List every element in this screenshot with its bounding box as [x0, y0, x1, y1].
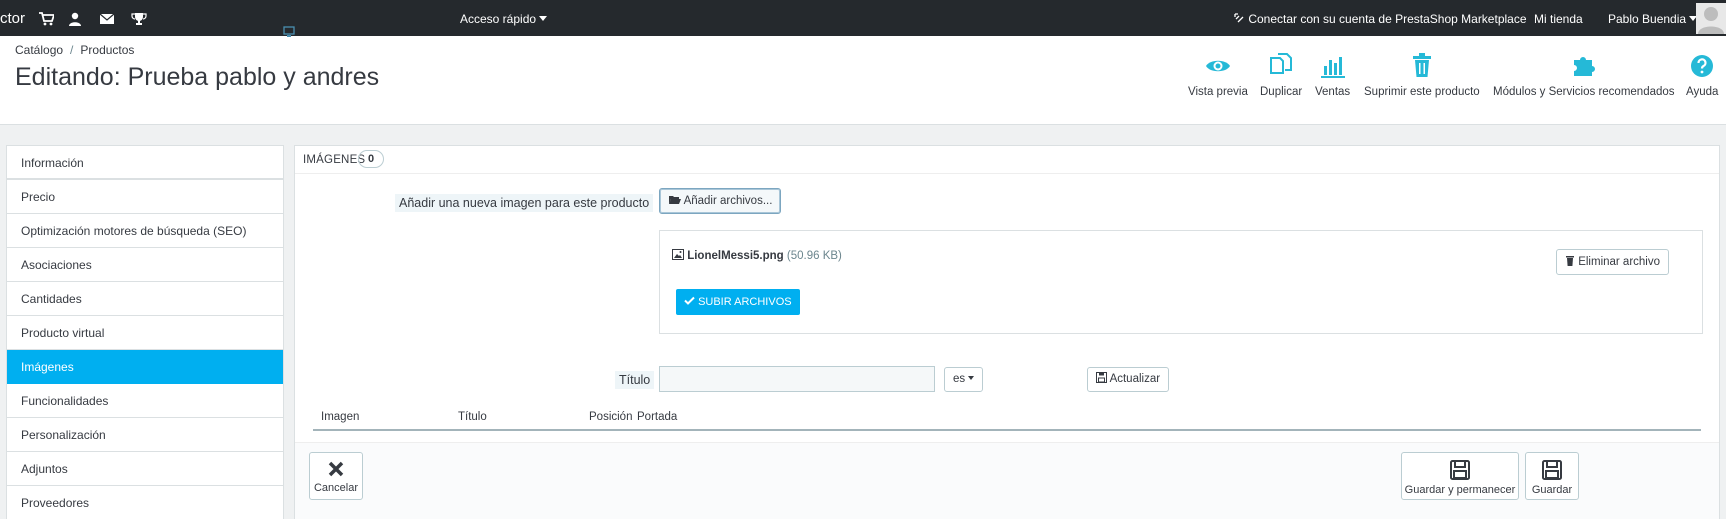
panel-footer: Cancelar Guardar y permanecer Guardar — [295, 442, 1719, 519]
check-icon — [684, 296, 695, 305]
remove-file-button[interactable]: Eliminar archivo — [1556, 249, 1670, 275]
my-shop-link[interactable]: Mi tienda — [1534, 12, 1583, 26]
caret-down-icon — [968, 376, 975, 380]
caret-down-icon — [539, 16, 548, 21]
preview-button[interactable]: Vista previa — [1188, 52, 1248, 98]
breadcrumb-catalog[interactable]: Catálogo — [15, 43, 63, 57]
upload-files-label: Subir archivos — [698, 296, 792, 308]
panel-title: Imágenes — [303, 154, 366, 166]
panel-heading: Imágenes 0 — [295, 146, 1719, 174]
save-and-stay-button[interactable]: Guardar y permanecer — [1401, 452, 1519, 500]
help-button[interactable]: Ayuda — [1686, 52, 1718, 98]
save-button[interactable]: Guardar — [1525, 452, 1579, 500]
quick-access-menu[interactable]: Acceso rápido — [460, 12, 548, 26]
brand-text[interactable]: ctor — [0, 10, 25, 27]
duplicate-label: Duplicar — [1260, 86, 1303, 98]
sidebar-item-producto-virtual[interactable]: Producto virtual — [7, 316, 283, 350]
file-name: LionelMessi5.png — [687, 250, 784, 262]
delete-product-label: Suprimir este producto — [1364, 86, 1480, 98]
column-title: Título — [458, 411, 487, 423]
quick-access-label: Acceso rápido — [460, 12, 537, 26]
marketplace-connect-label: Conectar con su cuenta de PrestaShop Mar… — [1248, 12, 1527, 26]
breadcrumb: Catálogo / Productos — [15, 43, 134, 57]
monitor-icon — [283, 26, 295, 37]
add-files-label: Añadir archivos... — [683, 195, 773, 207]
page-header: Catálogo / Productos Editando: Prueba pabl… — [0, 26, 1726, 125]
sidebar-item-personalizacion[interactable]: Personalización — [7, 418, 283, 452]
sidebar-item-cantidades[interactable]: Cantidades — [7, 282, 283, 316]
save-and-stay-label: Guardar y permanecer — [1404, 484, 1516, 496]
duplicate-icon — [1270, 53, 1293, 74]
puzzle-icon — [1573, 57, 1595, 76]
breadcrumb-products[interactable]: Productos — [80, 43, 134, 57]
avatar-silhouette-icon — [1698, 7, 1724, 34]
user-icon[interactable] — [67, 12, 83, 26]
preview-label: Vista previa — [1188, 86, 1248, 98]
image-title-input[interactable] — [659, 366, 935, 392]
link-icon — [1234, 13, 1244, 23]
upload-queue-box: LionelMessi5.png (50.96 KB) Eliminar arc… — [659, 230, 1703, 334]
sidebar-item-precio[interactable]: Precio — [7, 180, 283, 214]
sales-label: Ventas — [1315, 86, 1351, 98]
marketplace-connect-link[interactable]: Conectar con su cuenta de PrestaShop Mar… — [1234, 12, 1527, 26]
column-image: Imagen — [321, 411, 360, 423]
sidebar-item-adjuntos[interactable]: Adjuntos — [7, 452, 283, 486]
add-files-button[interactable]: Añadir archivos... — [659, 188, 782, 214]
queued-file: LionelMessi5.png (50.96 KB) — [672, 249, 842, 262]
save-icon — [1542, 460, 1562, 480]
delete-product-button[interactable]: Suprimir este producto — [1364, 52, 1480, 98]
trash-icon — [1412, 53, 1431, 77]
images-table-header: Imagen Título Posición Portada — [313, 405, 1701, 431]
sidebar-item-informacion[interactable]: Información — [7, 146, 283, 180]
save-icon — [1096, 372, 1107, 383]
save-icon — [1450, 460, 1470, 480]
cancel-label: Cancelar — [313, 482, 359, 494]
cancel-button[interactable]: Cancelar — [309, 452, 363, 500]
user-menu[interactable]: Pablo Buendia — [1608, 12, 1698, 26]
avatar[interactable] — [1696, 3, 1726, 34]
sidebar-item-proveedores[interactable]: Proveedores — [7, 486, 283, 519]
image-count-badge: 0 — [358, 150, 384, 168]
recommended-modules-label: Módulos y Servicios recomendados — [1493, 86, 1675, 98]
sales-button[interactable]: Ventas — [1315, 52, 1350, 98]
file-size: (50.96 KB) — [786, 250, 842, 262]
trophy-icon[interactable] — [131, 12, 147, 26]
recommended-modules-button[interactable]: Módulos y Servicios recomendados — [1493, 52, 1675, 98]
eye-icon — [1205, 60, 1230, 72]
sidebar-item-seo[interactable]: Optimización motores de búsqueda (SEO) — [7, 214, 283, 248]
images-panel: Imágenes 0 Añadir una nueva imagen para … — [294, 145, 1720, 519]
trash-icon — [1566, 256, 1574, 266]
duplicate-button[interactable]: Duplicar — [1260, 52, 1302, 98]
sidebar-item-funcionalidades[interactable]: Funcionalidades — [7, 384, 283, 418]
folder-open-icon — [669, 196, 681, 204]
breadcrumb-separator: / — [70, 43, 74, 57]
product-tabs-sidebar: Información Precio Optimización motores … — [6, 145, 284, 519]
upload-files-button[interactable]: Subir archivos — [676, 289, 800, 315]
column-cover: Portada — [637, 411, 678, 423]
user-name: Pablo Buendia — [1608, 12, 1687, 26]
close-icon — [328, 461, 344, 477]
update-label: Actualizar — [1109, 373, 1161, 385]
title-label: Título — [615, 371, 655, 389]
sidebar-item-asociaciones[interactable]: Asociaciones — [7, 248, 283, 282]
language-value: es — [953, 373, 966, 385]
top-navbar: ctor Acceso rápido Conectar con su cuent… — [0, 0, 1726, 36]
update-button[interactable]: Actualizar — [1087, 367, 1170, 392]
add-image-label: Añadir una nueva imagen para este produc… — [395, 194, 654, 212]
language-select[interactable]: es — [944, 367, 984, 392]
cart-icon[interactable] — [38, 12, 54, 26]
image-file-icon — [672, 249, 684, 260]
help-icon — [1691, 55, 1714, 77]
page-title: Editando: Prueba pablo y andres — [15, 63, 380, 91]
save-label: Guardar — [1531, 484, 1573, 496]
sidebar-item-imagenes[interactable]: Imágenes — [7, 350, 283, 384]
column-position: Posición — [589, 411, 633, 423]
remove-file-label: Eliminar archivo — [1578, 256, 1661, 268]
help-label: Ayuda — [1686, 86, 1719, 98]
envelope-icon[interactable] — [99, 12, 115, 26]
bar-chart-icon — [1320, 57, 1345, 78]
